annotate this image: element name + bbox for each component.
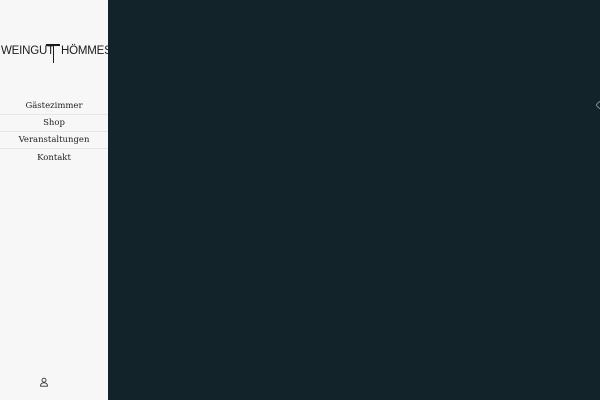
site-logo[interactable]: WEINGUT HÖMMES	[0, 35, 112, 67]
logo-word-right: HÖMMES	[61, 45, 112, 57]
hero-area	[108, 0, 600, 400]
nav-item-shop[interactable]: Shop	[0, 115, 108, 132]
user-icon[interactable]	[39, 374, 49, 387]
nav-item-kontakt[interactable]: Kontakt	[0, 149, 108, 166]
nav-item-veranstaltungen[interactable]: Veranstaltungen	[0, 132, 108, 149]
sidebar: WEINGUT HÖMMES Gästezimmer Shop Veransta…	[0, 0, 112, 400]
logo-monogram	[46, 35, 62, 63]
chevron-left-icon[interactable]	[595, 96, 600, 110]
main-nav: Gästezimmer Shop Veranstaltungen Kontakt	[0, 98, 108, 166]
page: WEINGUT HÖMMES Gästezimmer Shop Veransta…	[0, 0, 600, 400]
nav-item-gaestezimmer[interactable]: Gästezimmer	[0, 98, 108, 115]
